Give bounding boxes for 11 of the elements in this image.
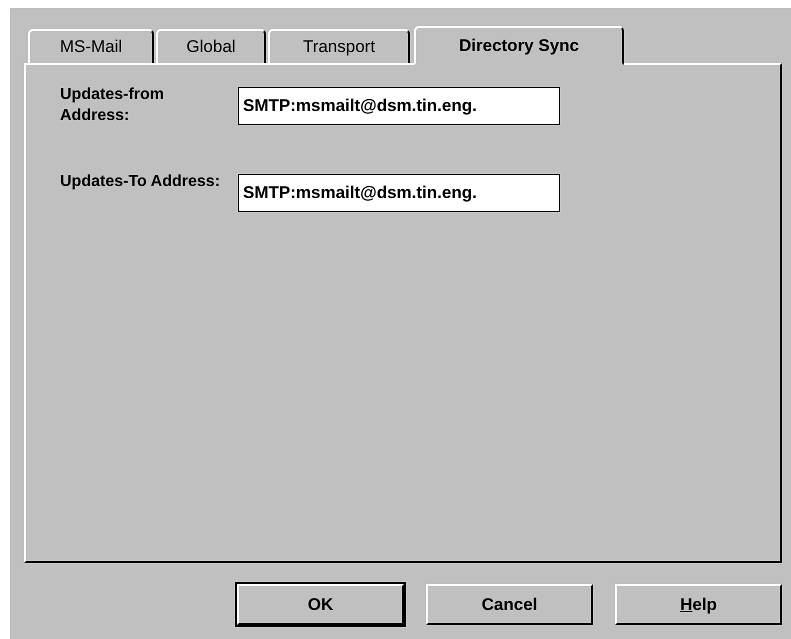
field-label: Updates-To Address: (60, 172, 222, 192)
tab[interactable]: Global (156, 29, 266, 63)
dialog-button[interactable]: Help (615, 584, 782, 625)
tab[interactable]: Directory Sync (414, 26, 624, 65)
dialog-button[interactable]: OK (237, 584, 404, 625)
field-label: Updates-from Address: (60, 85, 166, 126)
tab[interactable]: Transport (268, 29, 410, 63)
dialog-button[interactable]: Cancel (426, 584, 593, 625)
input-field[interactable]: SMTP:msmailt@dsm.tin.eng. (238, 87, 560, 125)
tab[interactable]: MS-Mail (28, 29, 154, 63)
input-field[interactable]: SMTP:msmailt@dsm.tin.eng. (238, 174, 560, 212)
